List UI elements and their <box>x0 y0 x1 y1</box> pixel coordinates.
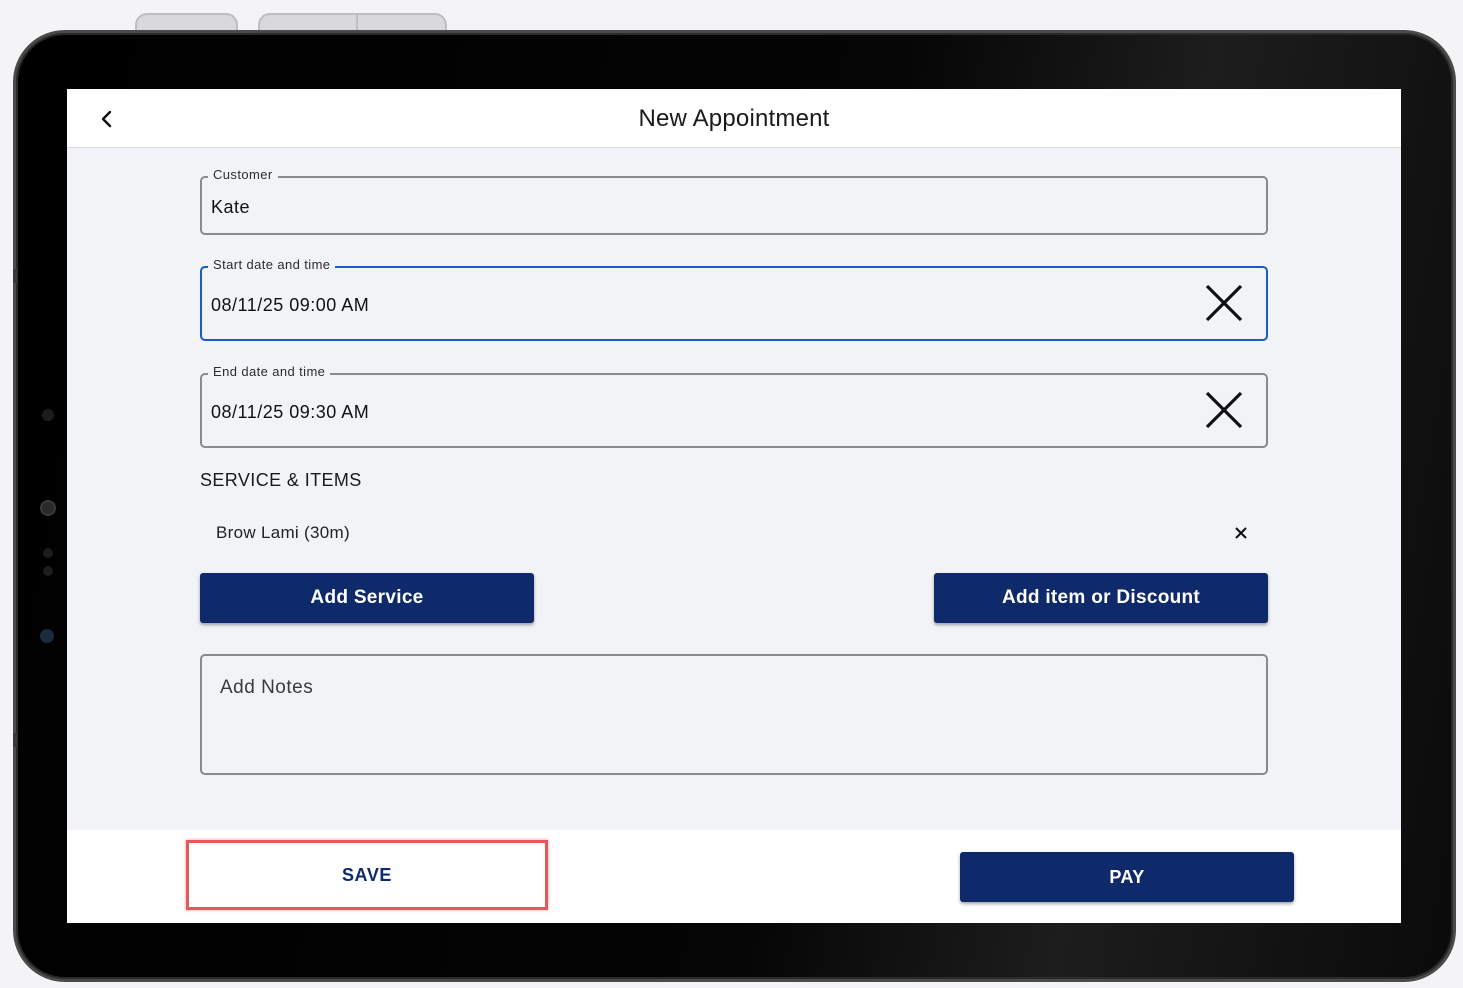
add-item-discount-button[interactable]: Add item or Discount <box>934 573 1268 623</box>
end-datetime-field[interactable]: End date and time 08/11/25 09:30 AM <box>200 364 1268 448</box>
light-sensor-icon <box>40 629 54 643</box>
start-datetime-label: Start date and time <box>208 257 336 272</box>
add-service-button[interactable]: Add Service <box>200 573 534 623</box>
notes-field[interactable]: Add Notes <box>200 654 1268 775</box>
remove-service-button[interactable] <box>1231 523 1251 543</box>
services-heading: SERVICE & ITEMS <box>200 470 362 490</box>
pay-button[interactable]: PAY <box>960 852 1294 902</box>
app-bar: New Appointment <box>67 89 1401 148</box>
start-datetime-field[interactable]: Start date and time 08/11/25 09:00 AM <box>200 257 1268 341</box>
close-icon <box>1205 284 1243 322</box>
end-datetime-label: End date and time <box>208 364 331 379</box>
bottom-action-bar: SAVE PAY <box>67 830 1401 923</box>
end-datetime-value: 08/11/25 09:30 AM <box>211 402 370 422</box>
page-title: New Appointment <box>638 105 830 132</box>
start-datetime-value: 08/11/25 09:00 AM <box>211 295 370 315</box>
customer-value: Kate <box>211 197 251 217</box>
app-screen: New Appointment Customer Kate Start date… <box>67 89 1401 923</box>
sensor-dot <box>42 409 54 421</box>
save-button[interactable]: SAVE <box>186 840 548 910</box>
customer-field[interactable]: Customer Kate <box>200 167 1268 235</box>
clear-end-button[interactable] <box>1204 390 1244 430</box>
close-icon <box>1205 391 1243 429</box>
clear-start-button[interactable] <box>1204 283 1244 323</box>
side-edge <box>13 733 17 747</box>
side-edge <box>13 269 17 283</box>
camera-icon <box>40 500 56 516</box>
customer-label: Customer <box>208 167 278 182</box>
notes-placeholder: Add Notes <box>220 677 314 698</box>
sensor-dot <box>43 566 53 576</box>
close-icon <box>1235 527 1247 539</box>
sensor-dot <box>43 548 53 558</box>
service-name: Brow Lami (30m) <box>216 523 350 542</box>
